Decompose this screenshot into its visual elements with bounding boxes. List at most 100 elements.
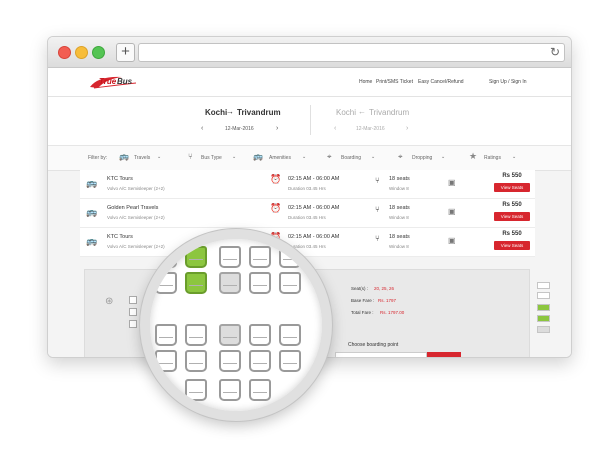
filter-bus-type[interactable]: Bus Type xyxy=(201,155,222,161)
filter-ratings[interactable]: Ratings xyxy=(484,155,501,161)
nav-home[interactable]: Home xyxy=(359,79,372,85)
filter-boarding[interactable]: Boarding xyxy=(341,155,361,161)
seat[interactable] xyxy=(249,272,271,294)
pin-icon: ⌖ xyxy=(327,152,332,161)
return-next-icon[interactable]: › xyxy=(406,125,408,132)
legend-available xyxy=(537,282,550,289)
bus-row[interactable]: 🚌 KTC Tours Volvo A/C Semisleeper (2+2) … xyxy=(80,228,535,257)
minimize-dot[interactable] xyxy=(75,46,88,59)
chevron-down-icon[interactable]: ⌄ xyxy=(157,154,161,160)
browser-toolbar: + ↻ xyxy=(48,37,571,68)
nav-cancel[interactable]: Easy Cancel/Refund xyxy=(418,79,464,85)
seat[interactable] xyxy=(155,350,177,372)
prev-date-icon[interactable]: ‹ xyxy=(201,125,203,132)
bus-name: KTC Tours xyxy=(107,176,133,182)
image-icon[interactable]: ▣ xyxy=(448,207,456,216)
nav-print[interactable]: Print/SMS Ticket xyxy=(376,79,413,85)
seat[interactable] xyxy=(155,272,177,294)
bus-row[interactable]: 🚌 Golden Pearl Travels Volvo A/C Semisle… xyxy=(80,199,535,228)
chevron-down-icon[interactable]: ⌄ xyxy=(232,154,236,160)
alarm-clock-icon: ⏰ xyxy=(270,174,282,184)
image-icon[interactable]: ▣ xyxy=(448,236,456,245)
svg-text:True: True xyxy=(99,77,117,86)
bus-window: Window 8 xyxy=(389,215,409,220)
seat-icon: ⑂ xyxy=(375,234,380,243)
boarding-point-label: Choose boarding point xyxy=(348,342,399,348)
seat-booked xyxy=(219,272,241,294)
seat[interactable] xyxy=(185,350,207,372)
amenities-icon: 🚌 xyxy=(253,152,263,161)
chevron-down-icon[interactable]: ⌄ xyxy=(302,154,306,160)
site-header: True Bus Home Print/SMS Ticket Easy Canc… xyxy=(48,68,571,97)
seat[interactable] xyxy=(155,324,177,346)
view-seats-button[interactable]: View Seats xyxy=(494,241,530,250)
bus-seats: 18 seats xyxy=(389,205,410,211)
bus-name: Golden Pearl Travels xyxy=(107,205,159,211)
logo[interactable]: True Bus xyxy=(88,74,140,90)
new-tab-button[interactable]: + xyxy=(116,43,135,62)
seat-icon: ⑂ xyxy=(188,152,193,161)
boarding-select[interactable] xyxy=(335,352,427,357)
filter-bar: Filter by: 🚌 Travels ⌄ ⑂ Bus Type ⌄ 🚌 Am… xyxy=(48,146,571,171)
continue-button[interactable] xyxy=(427,352,461,357)
chevron-down-icon[interactable]: ⌄ xyxy=(512,154,516,160)
bus-type: Volvo A/C Semisleeper (2+2) xyxy=(107,215,165,220)
chevron-down-icon[interactable]: ⌄ xyxy=(441,154,445,160)
maximize-dot[interactable] xyxy=(92,46,105,59)
return-from: Kochi xyxy=(336,108,357,117)
view-seats-button[interactable]: View Seats xyxy=(494,183,530,192)
reload-icon[interactable]: ↻ xyxy=(550,44,560,61)
seat[interactable] xyxy=(279,350,301,372)
chevron-down-icon[interactable]: ⌄ xyxy=(371,154,375,160)
mini-seat[interactable] xyxy=(129,308,137,316)
legend-booked xyxy=(537,326,550,333)
total-fare-value: Rs. 1797.00 xyxy=(380,310,405,315)
mini-seat[interactable] xyxy=(129,296,137,304)
filter-dropping[interactable]: Dropping xyxy=(412,155,432,161)
seat-icon: ⑂ xyxy=(375,205,380,214)
magnifier-lens xyxy=(140,229,332,421)
bus-price: Rs 550 xyxy=(502,173,522,179)
bus-duration: Duration 03.45 Hrs xyxy=(288,215,326,220)
seats-value: 20, 25, 26 xyxy=(374,286,395,291)
seat[interactable] xyxy=(249,350,271,372)
filter-amenities[interactable]: Amenities xyxy=(269,155,291,161)
seat[interactable] xyxy=(219,350,241,372)
image-icon[interactable]: ▣ xyxy=(448,178,456,187)
address-bar[interactable]: ↻ xyxy=(138,43,565,62)
route-date[interactable]: 12-Mar-2016 xyxy=(225,126,254,132)
bus-seats: 18 seats xyxy=(389,234,410,240)
bus-icon: 🚌 xyxy=(86,236,98,246)
filter-travels[interactable]: Travels xyxy=(134,155,150,161)
bus-time: 02:15 AM - 06:00 AM xyxy=(288,205,340,211)
seat[interactable] xyxy=(249,324,271,346)
seat[interactable] xyxy=(249,246,271,268)
seat-selected[interactable] xyxy=(185,246,207,268)
seat[interactable] xyxy=(185,324,207,346)
return-date[interactable]: 12-Mar-2016 xyxy=(356,126,385,132)
bus-icon: 🚌 xyxy=(86,207,98,217)
alarm-clock-icon: ⏰ xyxy=(270,203,282,213)
close-dot[interactable] xyxy=(58,46,71,59)
nav-signup[interactable]: Sign Up / Sign In xyxy=(489,79,527,85)
seat[interactable] xyxy=(219,379,241,401)
seat-selected[interactable] xyxy=(185,272,207,294)
seats-label: Seat(s) : xyxy=(351,286,369,291)
next-date-icon[interactable]: › xyxy=(276,125,278,132)
bus-price: Rs 550 xyxy=(502,202,522,208)
bus-row[interactable]: 🚌 KTC Tours Volvo A/C Semisleeper (2+2) … xyxy=(80,170,535,199)
mini-seat[interactable] xyxy=(129,320,137,328)
arrow-right-icon: → xyxy=(226,107,234,116)
seat[interactable] xyxy=(249,379,271,401)
seat[interactable] xyxy=(185,379,207,401)
bus-window: Window 8 xyxy=(389,186,409,191)
seat[interactable] xyxy=(279,246,301,268)
seat[interactable] xyxy=(279,272,301,294)
base-fare-label: Base Fare : xyxy=(351,298,375,303)
seat[interactable] xyxy=(219,246,241,268)
return-prev-icon[interactable]: ‹ xyxy=(334,125,336,132)
seat[interactable] xyxy=(279,324,301,346)
seat[interactable] xyxy=(155,246,177,268)
svg-text:Bus: Bus xyxy=(117,77,133,86)
view-seats-button[interactable]: View Seats xyxy=(494,212,530,221)
